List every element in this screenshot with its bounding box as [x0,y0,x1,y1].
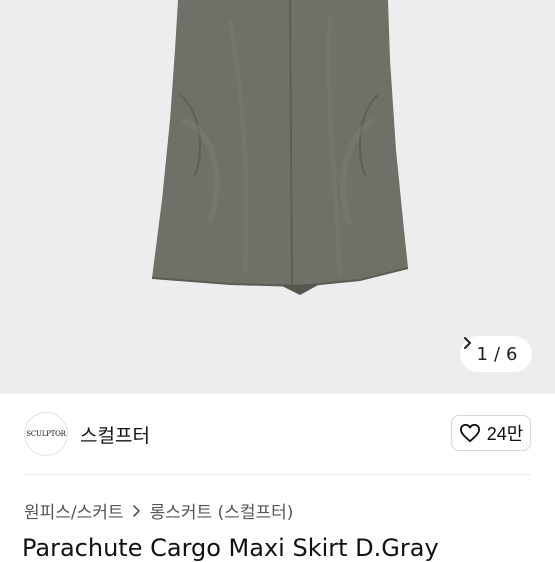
heart-icon [459,423,480,443]
image-counter[interactable]: 1 / 6 [460,336,532,372]
breadcrumb: 원피스/스커트 롱스커트 (스컬프터) [24,498,293,523]
product-image [151,0,409,295]
product-image-gallery[interactable]: 1 / 6 [0,0,555,394]
store-name[interactable]: 스컬프터 [80,421,150,448]
image-counter-current: 1 [476,343,488,365]
store-info-row[interactable]: SCULPTOR 스컬프터 24만 [0,394,555,474]
store-logo[interactable]: SCULPTOR [24,412,68,456]
like-button[interactable]: 24만 [451,415,531,451]
store-logo-text: SCULPTOR [26,430,66,438]
chevron-right-icon [132,504,140,517]
image-counter-total: 6 [506,343,518,365]
image-counter-separator: / [493,343,501,365]
breadcrumb-subcategory[interactable]: 롱스커트 (스컬프터) [150,498,294,523]
product-title: Parachute Cargo Maxi Skirt D.Gray [22,534,439,562]
divider [24,474,531,475]
like-count: 24만 [486,424,524,444]
breadcrumb-category[interactable]: 원피스/스커트 [24,498,124,523]
chevron-right-icon [464,337,471,349]
